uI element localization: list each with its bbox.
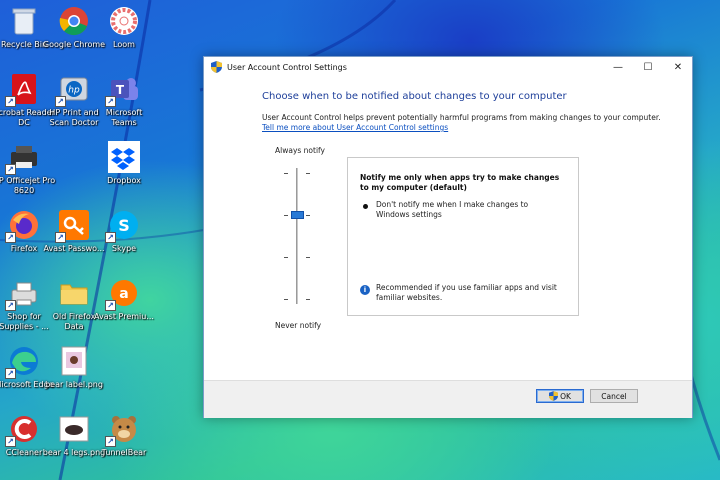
desktop-icon-dropbox[interactable]: Dropbox xyxy=(92,140,156,206)
slider-thumb[interactable] xyxy=(291,211,304,219)
slider-tick xyxy=(306,299,310,300)
image-file-icon xyxy=(57,344,91,378)
desktop-icon-hp-officejet[interactable]: ↗ HP Officejet Pro 8620 xyxy=(0,140,56,206)
slider-tick xyxy=(284,215,288,216)
skype-icon: S ↗ xyxy=(105,208,141,243)
hp-icon: hp ↗ xyxy=(55,72,91,107)
desktop-icon-skype[interactable]: S ↗ Skype xyxy=(92,208,156,274)
teams-icon: T ↗ xyxy=(105,72,141,107)
minimize-button[interactable]: — xyxy=(603,57,633,77)
recommendation-text: Recommended if you use familiar apps and… xyxy=(376,283,557,302)
slider-top-label: Always notify xyxy=(275,146,325,155)
window-title: User Account Control Settings xyxy=(227,62,347,72)
printer-icon: ↗ xyxy=(5,140,41,175)
page-heading: Choose when to be notified about changes… xyxy=(262,91,567,102)
maximize-icon: ☐ xyxy=(643,61,653,73)
desktop-icon-label: Skype xyxy=(111,244,137,253)
cancel-button[interactable]: Cancel xyxy=(590,389,638,403)
dialog-footer: OK Cancel xyxy=(204,380,692,418)
minimize-icon: — xyxy=(613,61,623,73)
tunnelbear-icon: ↗ xyxy=(105,412,141,447)
cancel-button-label: Cancel xyxy=(601,391,627,401)
avast-icon: a ↗ xyxy=(105,276,141,311)
ok-button-label: OK xyxy=(560,391,571,401)
slider-tick xyxy=(306,257,310,258)
desktop-icon-label: Avast Premiu... xyxy=(94,312,154,321)
desktop-icon-teams[interactable]: T ↗ Microsoft Teams xyxy=(92,72,156,138)
close-icon: ✕ xyxy=(673,61,683,73)
learn-more-link[interactable]: Tell me more about User Account Control … xyxy=(262,123,448,132)
close-button[interactable]: ✕ xyxy=(663,57,693,77)
printer-supplies-icon: ↗ xyxy=(5,276,41,311)
edge-icon: ↗ xyxy=(5,344,41,379)
image-file-icon xyxy=(57,412,91,446)
recycle-bin-icon xyxy=(7,4,41,38)
ccleaner-icon: ↗ xyxy=(5,412,41,447)
slider-track[interactable] xyxy=(296,168,298,304)
desktop-icon-label: HP Officejet Pro 8620 xyxy=(0,176,56,195)
folder-icon xyxy=(57,276,91,310)
level-bullet-text: Don't notify me when I make changes to W… xyxy=(376,200,529,219)
info-icon: i xyxy=(360,285,370,295)
title-bar[interactable]: User Account Control Settings — ☐ ✕ xyxy=(204,57,692,77)
desktop-icon-label: TunnelBear xyxy=(101,448,147,457)
slider-tick xyxy=(284,257,288,258)
desktop-icon-avast-premium[interactable]: a ↗ Avast Premiu... xyxy=(92,276,156,342)
slider-tick xyxy=(284,299,288,300)
desktop-icon-loom[interactable]: Loom xyxy=(92,4,156,70)
svg-text:a: a xyxy=(119,286,128,302)
svg-text:S: S xyxy=(118,216,130,235)
uac-settings-window: User Account Control Settings — ☐ ✕ Choo… xyxy=(203,56,693,418)
desktop-icon-label: Loom xyxy=(113,40,135,49)
acrobat-icon: ↗ xyxy=(5,72,41,107)
dropbox-icon xyxy=(107,140,141,174)
desktop-icon-label: Dropbox xyxy=(107,176,141,185)
desktop-icon-bear-label[interactable]: bear label.png xyxy=(42,344,106,410)
loom-icon xyxy=(107,4,141,38)
slider-tick xyxy=(284,173,288,174)
key-icon: ↗ xyxy=(55,208,91,243)
bullet-icon xyxy=(363,204,368,209)
slider-bottom-label: Never notify xyxy=(275,321,322,330)
svg-text:hp: hp xyxy=(68,86,80,96)
maximize-button[interactable]: ☐ xyxy=(633,57,663,77)
chrome-icon xyxy=(57,4,91,38)
level-description-panel: Notify me only when apps try to make cha… xyxy=(347,157,579,316)
slider-tick xyxy=(306,173,310,174)
level-title: Notify me only when apps try to make cha… xyxy=(360,173,560,192)
desktop-icon-label: Microsoft Teams xyxy=(105,108,143,127)
firefox-icon: ↗ xyxy=(5,208,41,243)
desktop-icon-tunnelbear[interactable]: ↗ TunnelBear xyxy=(92,412,156,478)
slider-tick xyxy=(306,215,310,216)
ok-button[interactable]: OK xyxy=(536,389,584,403)
desktop-icon-label: bear label.png xyxy=(45,380,103,389)
description-text: User Account Control helps prevent poten… xyxy=(262,113,661,122)
svg-text:T: T xyxy=(116,83,125,97)
uac-shield-icon xyxy=(211,61,222,73)
uac-shield-icon xyxy=(549,391,559,401)
